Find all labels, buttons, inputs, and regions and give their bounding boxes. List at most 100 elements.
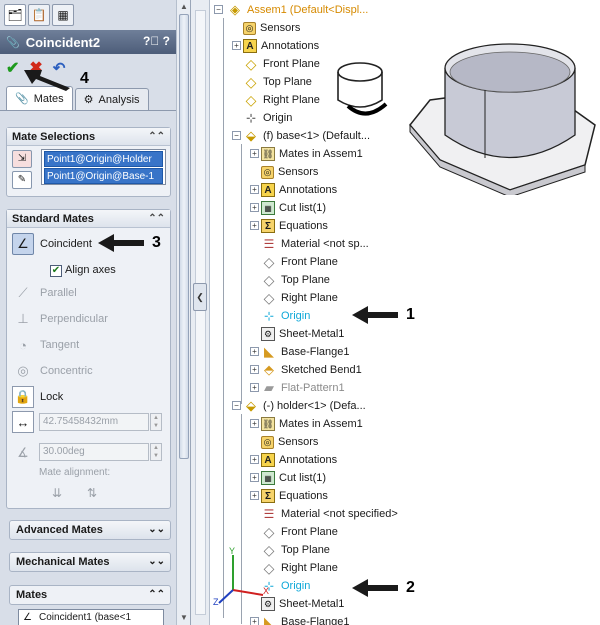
expand-icon[interactable]: + — [250, 455, 259, 464]
angle-spinner[interactable]: ▲ ▼ — [150, 443, 162, 461]
tab-divider — [0, 110, 176, 111]
tree-item-sensors[interactable]: ◎ Sensors — [261, 433, 318, 451]
ok-button[interactable]: ✔ — [6, 58, 19, 78]
collapse-panel-icon[interactable]: ❮ — [193, 283, 207, 311]
coincident-option[interactable]: ∠ Coincident — [12, 233, 92, 255]
tree-item-origin-base[interactable]: ⊹ Origin — [261, 307, 310, 325]
standard-mates-header[interactable]: Standard Mates ⌃⌃ — [7, 210, 170, 228]
tree-item-front-plane[interactable]: ◇ Front Plane — [261, 523, 338, 541]
expand-icon[interactable]: + — [250, 185, 259, 194]
parallel-option[interactable]: ⟋ Parallel — [12, 282, 76, 304]
tree-item-front-plane[interactable]: ◇ Front Plane — [261, 253, 338, 271]
property-manager-tab-icon[interactable]: 📋 — [28, 4, 50, 26]
tree-item-annotations[interactable]: A Annotations — [243, 37, 319, 55]
tree-item-base-part[interactable]: ⬙ (f) base<1> (Default... — [243, 127, 370, 145]
expand-chevron-icon[interactable]: ⌄⌄ — [148, 521, 165, 539]
mate-selections-header[interactable]: Mate Selections ⌃⌃ — [7, 128, 170, 146]
distance-field[interactable]: 42.75458432mm — [39, 413, 149, 431]
splitter-bar[interactable] — [195, 10, 206, 615]
tree-item-material[interactable]: ☰ Material <not specified> — [261, 505, 398, 523]
tree-item-mates-in-assem[interactable]: ⛓ Mates in Assem1 — [261, 145, 363, 163]
sensor-icon: ◎ — [243, 21, 256, 35]
tree-item-sheet-metal[interactable]: ⚙ Sheet-Metal1 — [261, 595, 344, 613]
lock-option[interactable]: 🔒 Lock — [12, 386, 63, 408]
expand-icon[interactable]: + — [250, 149, 259, 158]
tree-item-annotations[interactable]: A Annotations — [261, 181, 337, 199]
aligned-icon[interactable]: ⇊ — [52, 486, 62, 500]
expand-icon[interactable]: + — [250, 365, 259, 374]
tree-item-mates-in-assem[interactable]: ⛓ Mates in Assem1 — [261, 415, 363, 433]
angle-field[interactable]: 30.00deg — [39, 443, 149, 461]
expand-icon[interactable]: + — [250, 383, 259, 392]
tree-item-base-flange[interactable]: ◣ Base-Flange1 — [261, 613, 350, 625]
collapse-icon[interactable]: − — [232, 131, 241, 140]
tree-item-top-plane[interactable]: ◇ Top Plane — [243, 73, 312, 91]
collapse-icon[interactable]: − — [214, 5, 223, 14]
tree-item-cut-list[interactable]: ▦ Cut list(1) — [261, 469, 326, 487]
mechanical-mates-header[interactable]: Mechanical Mates ⌄⌄ — [9, 552, 171, 572]
angle-icon[interactable]: ∡ — [12, 442, 34, 464]
mates-list[interactable]: ∠ Coincident1 (base<1 — [18, 609, 164, 625]
tree-item-right-plane[interactable]: ◇ Right Plane — [261, 289, 338, 307]
tree-label: Top Plane — [281, 274, 330, 286]
multi-mate-icon[interactable]: ✎ — [12, 171, 32, 189]
align-axes-checkbox[interactable]: ✔ — [50, 265, 62, 277]
tree-item-sensors[interactable]: ◎ Sensors — [243, 19, 300, 37]
feature-manager-tab-icon[interactable]: 🗂 — [4, 4, 26, 26]
list-item[interactable]: Point1@Origin@Base-1 — [44, 168, 163, 184]
tree-item-cut-list[interactable]: ▦ Cut list(1) — [261, 199, 326, 217]
property-manager: 🗂 📋 ▦ 📎 Coincident2 ?⃝ ? ✔ ✖ ↶ 📎 Mates ⚙… — [0, 0, 191, 625]
tree-item-equations[interactable]: Σ Equations — [261, 217, 328, 235]
concentric-icon: ◎ — [17, 363, 29, 378]
tree-item-flat-pattern[interactable]: ▰ Flat-Pattern1 — [261, 379, 345, 397]
scrollbar-thumb[interactable] — [179, 14, 189, 459]
tree-item-base-flange[interactable]: ◣ Base-Flange1 — [261, 343, 350, 361]
entities-to-mate-icon[interactable]: ⇲ — [12, 150, 32, 168]
scroll-down-icon[interactable]: ▼ — [179, 613, 189, 623]
tree-label: Material <not specified> — [281, 508, 398, 520]
tree-item-sensors[interactable]: ◎ Sensors — [261, 163, 318, 181]
tangent-option[interactable]: ◔ Tangent — [12, 334, 79, 356]
expand-icon[interactable]: + — [250, 203, 259, 212]
help-icon[interactable]: ?⃝ ? — [143, 34, 170, 48]
tree-item-right-plane[interactable]: ◇ Right Plane — [243, 91, 320, 109]
collapse-chevron-icon[interactable]: ⌃⌃ — [148, 213, 165, 224]
perpendicular-option[interactable]: ⊥ Perpendicular — [12, 308, 108, 330]
advanced-mates-header[interactable]: Advanced Mates ⌄⌄ — [9, 520, 171, 540]
anti-aligned-icon[interactable]: ⇅ — [87, 486, 97, 500]
collapse-icon[interactable]: − — [232, 401, 241, 410]
panel-splitter[interactable]: ❮ — [191, 0, 210, 625]
configuration-manager-tab-icon[interactable]: ▦ — [52, 4, 74, 26]
collapse-chevron-icon[interactable]: ⌃⌃ — [148, 131, 165, 142]
collapse-chevron-icon[interactable]: ⌃⌃ — [148, 586, 165, 604]
expand-icon[interactable]: + — [250, 473, 259, 482]
expand-icon[interactable]: + — [250, 221, 259, 230]
list-item[interactable]: Point1@Origin@Holder — [44, 151, 163, 167]
expand-icon[interactable]: + — [250, 419, 259, 428]
tree-item-equations[interactable]: Σ Equations — [261, 487, 328, 505]
expand-chevron-icon[interactable]: ⌄⌄ — [148, 553, 165, 571]
tree-label: Top Plane — [263, 76, 312, 88]
expand-icon[interactable]: + — [232, 41, 241, 50]
tree-item-material[interactable]: ☰ Material <not sp... — [261, 235, 369, 253]
tree-item-annotations[interactable]: A Annotations — [261, 451, 337, 469]
tree-item-top-plane[interactable]: ◇ Top Plane — [261, 271, 330, 289]
mate-selection-list[interactable]: Point1@Origin@Holder Point1@Origin@Base-… — [41, 149, 166, 185]
scroll-up-icon[interactable]: ▲ — [179, 2, 189, 12]
tree-item-sheet-metal[interactable]: ⚙ Sheet-Metal1 — [261, 325, 344, 343]
expand-icon[interactable]: + — [250, 617, 259, 625]
concentric-option[interactable]: ◎ Concentric — [12, 360, 92, 382]
property-manager-scrollbar[interactable]: ▲ ▼ — [176, 0, 190, 625]
tree-root-assem1[interactable]: ◈ Assem1 (Default<Displ... — [227, 1, 368, 19]
tree-item-holder-part[interactable]: ⬙ (-) holder<1> (Defa... — [243, 397, 366, 415]
list-item[interactable]: Coincident1 (base<1 — [39, 612, 131, 623]
distance-spinner[interactable]: ▲ ▼ — [150, 413, 162, 431]
mates-header[interactable]: Mates ⌃⌃ — [9, 585, 171, 605]
tree-item-origin[interactable]: ⊹ Origin — [243, 109, 292, 127]
distance-icon[interactable]: ↔ — [12, 411, 34, 433]
analysis-icon: ⚙ — [83, 94, 94, 106]
expand-icon[interactable]: + — [250, 491, 259, 500]
expand-icon[interactable]: + — [250, 347, 259, 356]
tree-item-front-plane[interactable]: ◇ Front Plane — [243, 55, 320, 73]
tree-item-sketched-bend[interactable]: ⬘ Sketched Bend1 — [261, 361, 362, 379]
